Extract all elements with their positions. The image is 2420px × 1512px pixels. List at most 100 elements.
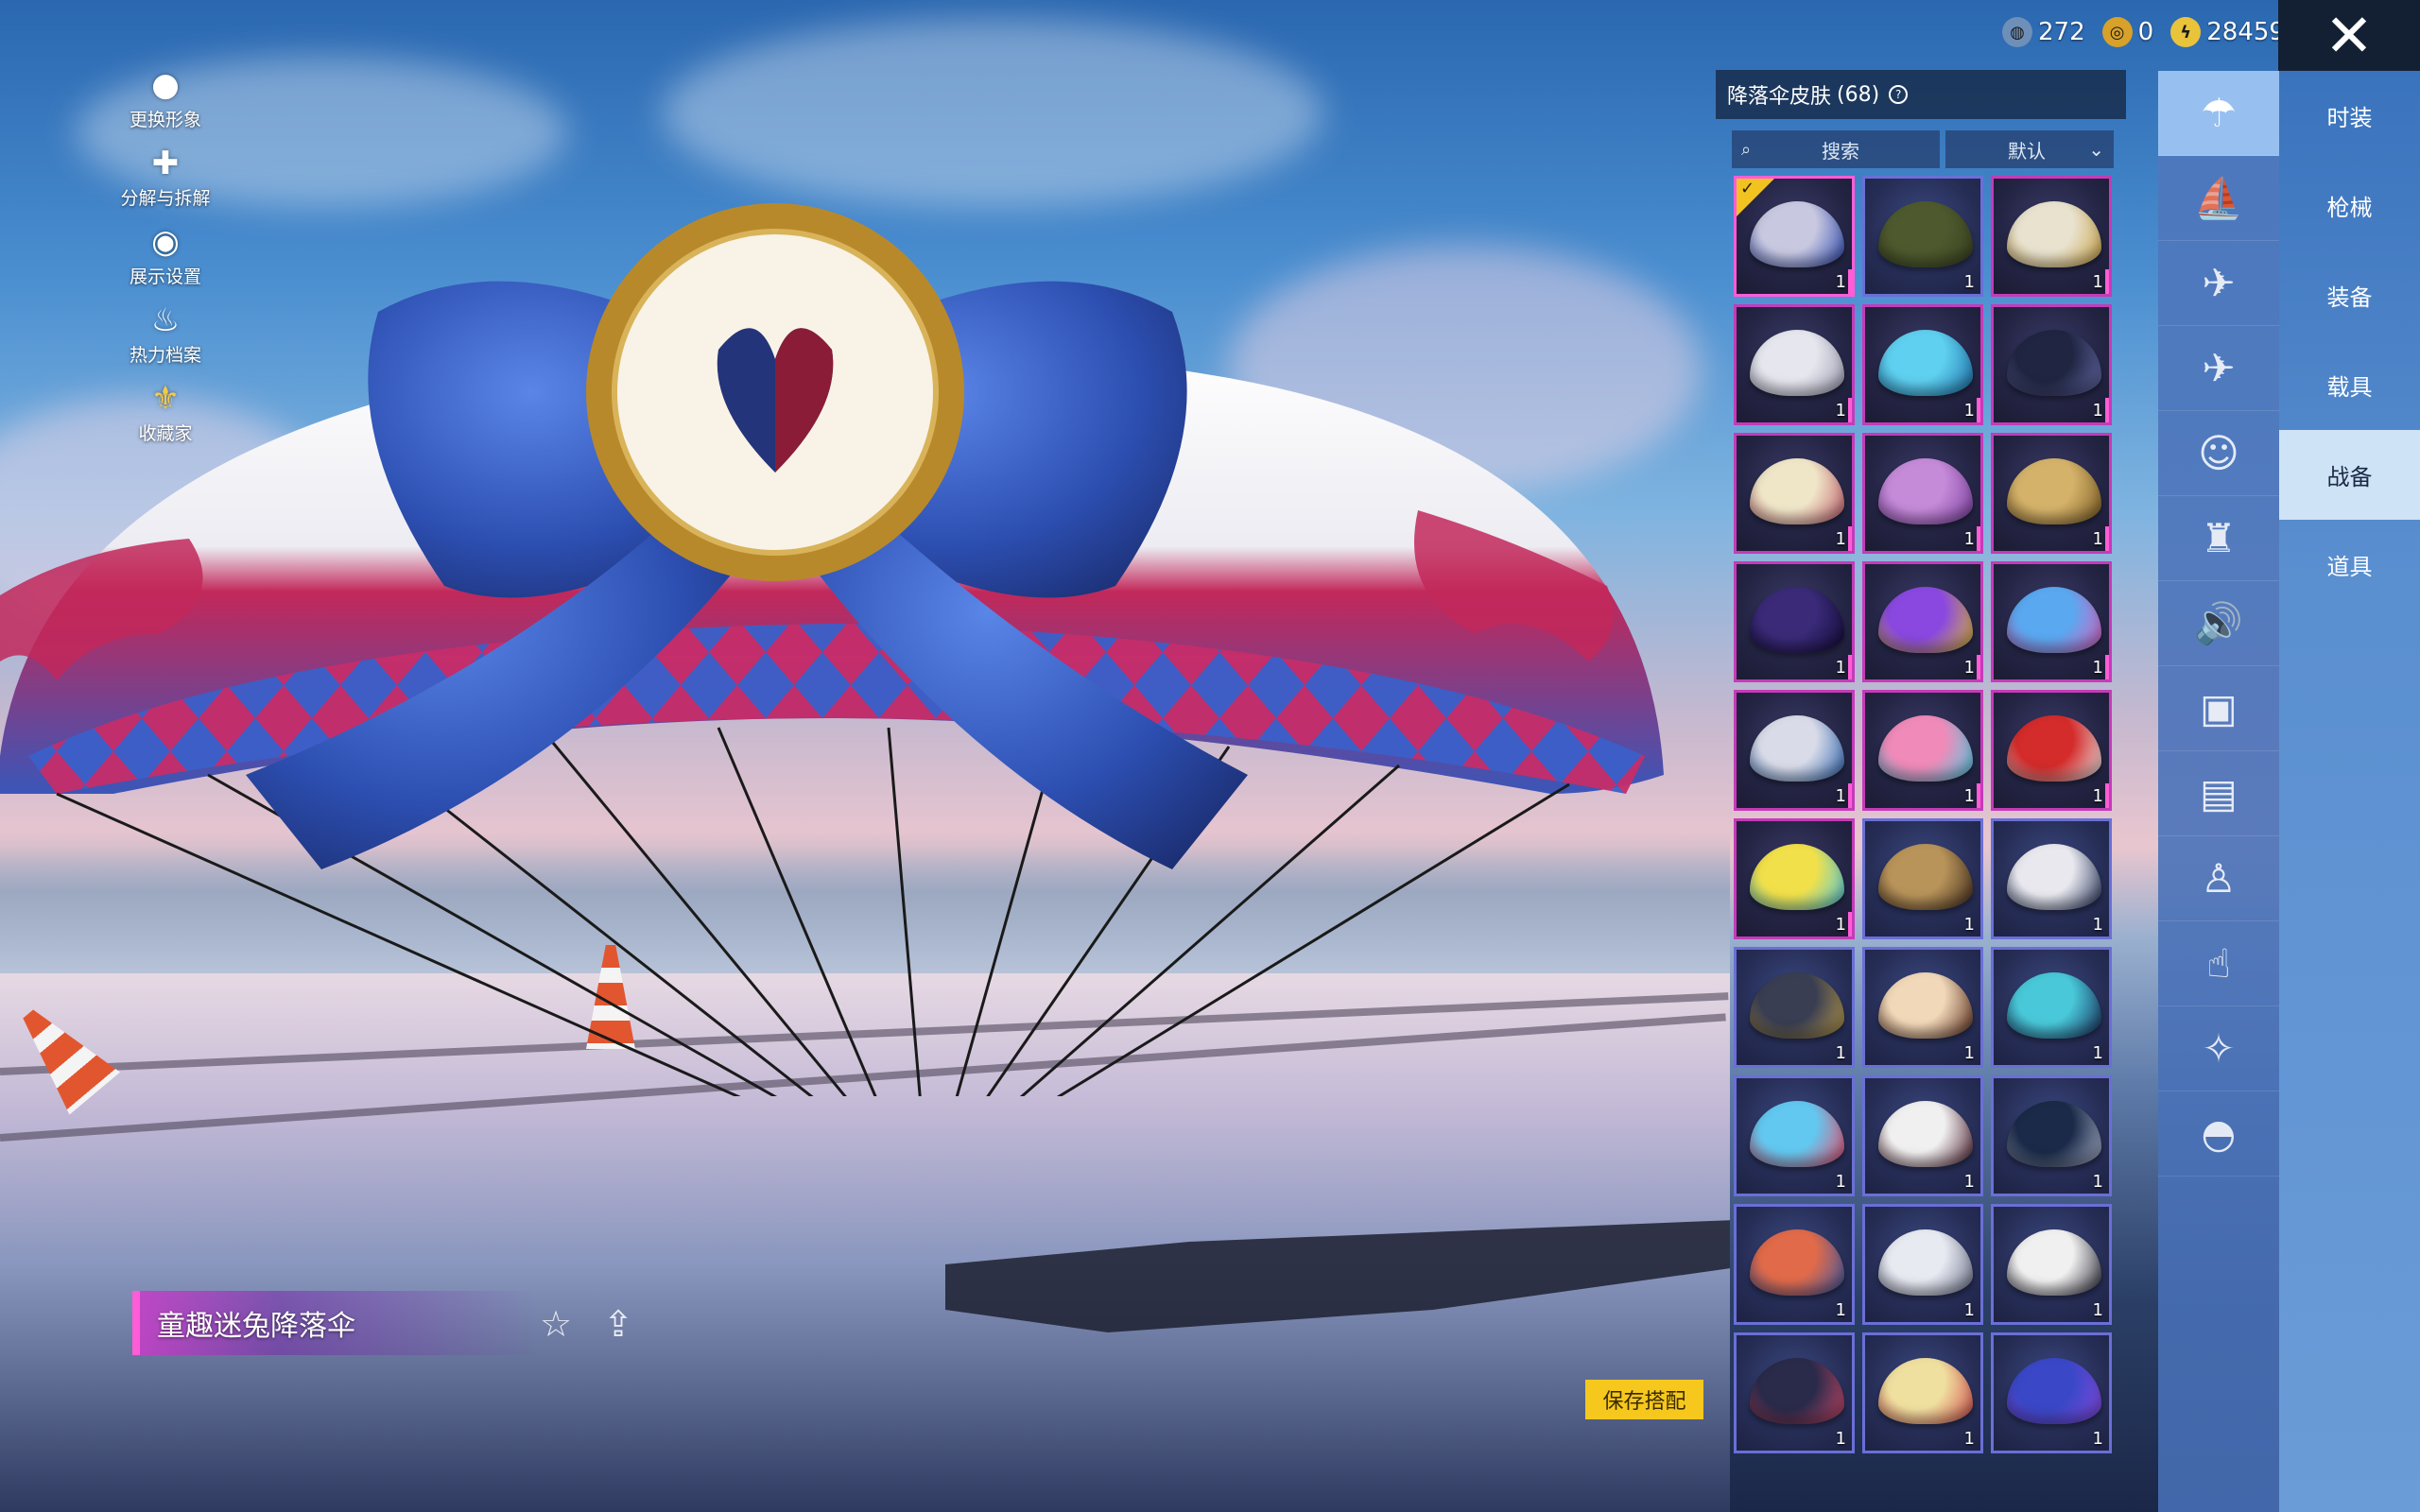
skin-tile[interactable]: 1 <box>1862 818 1983 939</box>
sticker-icon: ▣ <box>2200 685 2238 731</box>
skin-tile[interactable]: 1 <box>1991 1332 2112 1453</box>
skin-tile[interactable]: 1 <box>1862 1075 1983 1196</box>
robot-icon: ♜ <box>2201 515 2237 561</box>
category-helmet-button[interactable]: ◓ <box>2158 1091 2279 1177</box>
parachute-skin-icon <box>1878 587 1973 653</box>
category-spray-button[interactable]: ♙ <box>2158 836 2279 921</box>
tab-4[interactable]: 战备 <box>2279 430 2420 520</box>
close-icon[interactable]: ✕ <box>2278 0 2420 71</box>
category-plane-button[interactable]: ✈ <box>2158 326 2279 411</box>
skin-tile[interactable]: 1 <box>1734 818 1855 939</box>
skin-quantity: 1 <box>1835 272 1846 292</box>
puzzle-icon: ✚ <box>151 145 180 182</box>
plane-icon: ✈ <box>2202 345 2236 391</box>
skin-tile[interactable]: 1 <box>1991 176 2112 297</box>
tab-0[interactable]: 时装 <box>2279 71 2420 161</box>
sort-label: 默认 <box>2008 139 2046 163</box>
tab-3[interactable]: 载具 <box>2279 340 2420 430</box>
skin-panel: 降落伞皮肤 (68) ? ⌕ 搜索 默认 ⌄ 1 ✓ 1 1 1 1 1 1 1 1 1 1 1 1 1 1 1… <box>1716 70 2126 1453</box>
parachute-skin-icon <box>1878 715 1973 782</box>
item-name-banner: 童趣迷兔降落伞 <box>132 1291 537 1355</box>
skin-tile[interactable]: 1 <box>1991 1204 2112 1325</box>
skin-tile[interactable]: 1 <box>1991 304 2112 425</box>
rarity-bar <box>1848 398 1852 422</box>
parachute-skin-icon <box>1750 330 1844 396</box>
currency-gold: ◎ 0 <box>2101 17 2153 47</box>
category-finger-tap-button[interactable]: ☝ <box>2158 921 2279 1006</box>
category-boat-button[interactable]: ⛵ <box>2158 156 2279 241</box>
parachute-skin-icon <box>1878 1358 1973 1424</box>
skin-quantity: 1 <box>2092 786 2103 806</box>
decompose-button[interactable]: ✚ 分解与拆解 <box>104 145 227 210</box>
skin-tile[interactable]: 1 <box>1862 1204 1983 1325</box>
help-icon[interactable]: ? <box>1889 85 1909 104</box>
skin-tile[interactable]: 1 <box>1862 1332 1983 1453</box>
currency-value: 28459 <box>2206 18 2285 46</box>
rarity-bar <box>1848 783 1852 808</box>
skin-tile[interactable]: 1 <box>1734 304 1855 425</box>
skin-quantity: 1 <box>1835 1172 1846 1192</box>
category-robot-button[interactable]: ♜ <box>2158 496 2279 581</box>
skin-tile[interactable]: 1 <box>1991 947 2112 1068</box>
skin-tile[interactable]: 1 <box>1862 433 1983 554</box>
share-icon[interactable]: ⇪ <box>596 1302 640 1346</box>
heat-archive-button[interactable]: ♨ 热力档案 <box>104 301 227 367</box>
skin-tile[interactable]: 1 ✓ <box>1734 176 1855 297</box>
skin-tile[interactable]: 1 <box>1734 1332 1855 1453</box>
rarity-bar <box>2105 398 2109 422</box>
category-parachute-button[interactable]: ☂ <box>2158 71 2279 156</box>
sort-dropdown[interactable]: 默认 ⌄ <box>1945 130 2114 168</box>
skin-tile[interactable]: 1 <box>1862 176 1983 297</box>
category-sticker-button[interactable]: ▣ <box>2158 666 2279 751</box>
boat-icon: ⛵ <box>2193 174 2244 221</box>
skin-tile[interactable]: 1 <box>1991 561 2112 682</box>
skin-tile[interactable]: 1 <box>1734 433 1855 554</box>
skin-tile[interactable]: 1 <box>1734 1075 1855 1196</box>
collector-button[interactable]: ⚜ 收藏家 <box>104 380 227 445</box>
skin-quantity: 1 <box>2092 1043 2103 1063</box>
scene-background <box>0 0 1730 1512</box>
tab-2[interactable]: 装备 <box>2279 250 2420 340</box>
skin-tile[interactable]: 1 <box>1734 690 1855 811</box>
skin-tile[interactable]: 1 <box>1991 690 2112 811</box>
category-emote-face-button[interactable]: ☺ <box>2158 411 2279 496</box>
rarity-bar <box>1848 912 1852 936</box>
skin-tile[interactable]: 1 <box>1862 690 1983 811</box>
skin-quantity: 1 <box>1963 401 1975 421</box>
skin-tile[interactable]: 1 <box>1734 561 1855 682</box>
parachute-skin-icon <box>1750 1229 1844 1296</box>
skin-tile[interactable]: 1 <box>1734 947 1855 1068</box>
skin-quantity: 1 <box>2092 1172 2103 1192</box>
tab-1[interactable]: 枪械 <box>2279 161 2420 250</box>
skin-quantity: 1 <box>1963 272 1975 292</box>
skin-tile[interactable]: 1 <box>1862 947 1983 1068</box>
category-magic-wand-button[interactable]: ✧ <box>2158 1006 2279 1091</box>
left-menu: ● 更换形象 ✚ 分解与拆解 ◉ 展示设置 ♨ 热力档案 ⚜ 收藏家 <box>104 66 227 458</box>
display-settings-button[interactable]: ◉ 展示设置 <box>104 223 227 288</box>
parachute-skin-icon <box>2007 1358 2101 1424</box>
skin-tile[interactable]: 1 <box>1734 1204 1855 1325</box>
tab-5[interactable]: 道具 <box>2279 520 2420 610</box>
skin-tile[interactable]: 1 <box>1991 433 2112 554</box>
panel-header: 降落伞皮肤 (68) ? <box>1716 70 2126 119</box>
category-speaker-button[interactable]: 🔊 <box>2158 581 2279 666</box>
speaker-icon: 🔊 <box>2193 599 2244 646</box>
parachute-skin-icon <box>1878 844 1973 910</box>
finger-tap-icon: ☝ <box>2206 940 2231 987</box>
skin-tile[interactable]: 1 <box>1862 561 1983 682</box>
favorite-star-icon[interactable]: ☆ <box>534 1302 578 1346</box>
skin-tile[interactable]: 1 <box>1862 304 1983 425</box>
skin-tile[interactable]: 1 <box>1991 1075 2112 1196</box>
save-loadout-button[interactable]: 保存搭配 <box>1585 1380 1703 1419</box>
skin-tile[interactable]: 1 <box>1991 818 2112 939</box>
category-drone-button[interactable]: ✈ <box>2158 241 2279 326</box>
change-avatar-button[interactable]: ● 更换形象 <box>104 66 227 131</box>
rarity-bar <box>2105 655 2109 679</box>
search-input[interactable]: ⌕ 搜索 <box>1732 130 1940 168</box>
skin-quantity: 1 <box>2092 401 2103 421</box>
currency-bar: ◍ 272 ◎ 0 ϟ 28459 <box>2002 17 2285 47</box>
skin-quantity: 1 <box>1835 529 1846 549</box>
parachute-skin-icon <box>1750 1358 1844 1424</box>
category-image-frame-button[interactable]: ▤ <box>2158 751 2279 836</box>
rarity-bar <box>1977 655 1980 679</box>
